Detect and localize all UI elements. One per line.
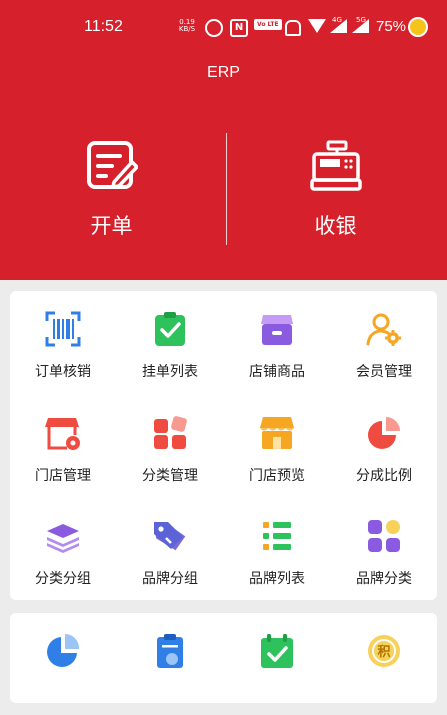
shop-icon <box>259 311 295 347</box>
menu-label: 分类分组 <box>35 571 91 587</box>
mute-bell-icon <box>285 20 301 36</box>
menu-label: 品牌分组 <box>142 571 198 587</box>
header: 11:52 0.19 KB/S N Vo LTE 4G 5G 75% ERP 开… <box>0 0 447 280</box>
open-order-label: 开单 <box>90 214 133 238</box>
signal-icon <box>330 19 347 33</box>
cash-register-icon <box>309 140 362 192</box>
alarm-icon <box>205 19 223 37</box>
menu-item-brand-group[interactable]: 品牌分组 <box>117 500 223 600</box>
menu-item-calendar-check[interactable] <box>224 615 330 715</box>
menu-item-share-ratio[interactable]: 分成比例 <box>331 397 437 497</box>
menu-item-member-manage[interactable]: 会员管理 <box>331 293 437 393</box>
menu-item-brand-category[interactable]: 品牌分类 <box>331 500 437 600</box>
tags-icon <box>152 518 188 554</box>
menu-label: 订单核销 <box>35 364 91 380</box>
edit-note-icon <box>86 140 139 192</box>
menu-label: 品牌分类 <box>356 571 412 587</box>
nfc-icon: N <box>230 19 248 37</box>
wifi-icon <box>308 19 326 33</box>
analysis-pie-icon <box>45 633 81 669</box>
menu-item-analysis[interactable] <box>10 615 116 715</box>
battery-level: 75% <box>376 18 407 35</box>
menu-item-category-group[interactable]: 分类分组 <box>10 500 116 600</box>
menu-item-pending-orders[interactable]: 挂单列表 <box>117 293 223 393</box>
list-icon <box>259 518 295 554</box>
menu-item-category-manage[interactable]: 分类管理 <box>117 397 223 497</box>
net-speed: 0.19 KB/S <box>176 19 198 33</box>
layers-icon <box>45 518 81 554</box>
status-time: 11:52 <box>84 18 123 35</box>
storefront-icon <box>259 415 295 451</box>
scan-barcode-icon <box>45 311 81 347</box>
menu-label: 品牌列表 <box>249 571 305 587</box>
menu-label: 门店管理 <box>35 468 91 484</box>
secondary-menu-card: 积 <box>10 613 437 703</box>
store-settings-icon <box>45 415 81 451</box>
app-title: ERP <box>207 64 240 81</box>
volte-badge: Vo LTE <box>254 19 282 30</box>
menu-card: 订单核销 挂单列表 店铺商品 会员管理 门店管理 分类管理 门店预览 分成比例 … <box>10 291 437 600</box>
menu-item-shop-goods[interactable]: 店铺商品 <box>224 293 330 393</box>
grid-dots-icon <box>366 518 402 554</box>
open-order-button[interactable]: 开单 <box>0 140 223 240</box>
menu-item-order-verify[interactable]: 订单核销 <box>10 293 116 393</box>
menu-label: 门店预览 <box>249 468 305 484</box>
clipboard-check-icon <box>152 311 188 347</box>
menu-item-store-preview[interactable]: 门店预览 <box>224 397 330 497</box>
calendar-check-icon <box>259 633 295 669</box>
battery-saver-icon <box>408 17 428 37</box>
category-blocks-icon <box>152 415 188 451</box>
pie-share-icon <box>366 415 402 451</box>
menu-label: 会员管理 <box>356 364 412 380</box>
menu-item-points[interactable]: 积 <box>331 615 437 715</box>
net-speed-unit: KB/S <box>178 25 196 33</box>
menu-label: 分成比例 <box>356 468 412 484</box>
status-bar: 11:52 0.19 KB/S N Vo LTE 4G 5G 75% <box>0 16 447 40</box>
points-coin-icon: 积 <box>366 633 402 669</box>
svg-text:积: 积 <box>377 644 390 660</box>
checkout-label: 收银 <box>314 214 357 238</box>
menu-item-brand-list[interactable]: 品牌列表 <box>224 500 330 600</box>
menu-label: 店铺商品 <box>249 364 305 380</box>
finance-doc-icon <box>152 633 188 669</box>
member-gear-icon <box>366 311 402 347</box>
menu-item-finance[interactable] <box>117 615 223 715</box>
menu-item-store-manage[interactable]: 门店管理 <box>10 397 116 497</box>
menu-label: 挂单列表 <box>142 364 198 380</box>
checkout-button[interactable]: 收银 <box>224 140 447 240</box>
menu-label: 分类管理 <box>142 468 198 484</box>
signal-icon-2 <box>352 19 369 33</box>
